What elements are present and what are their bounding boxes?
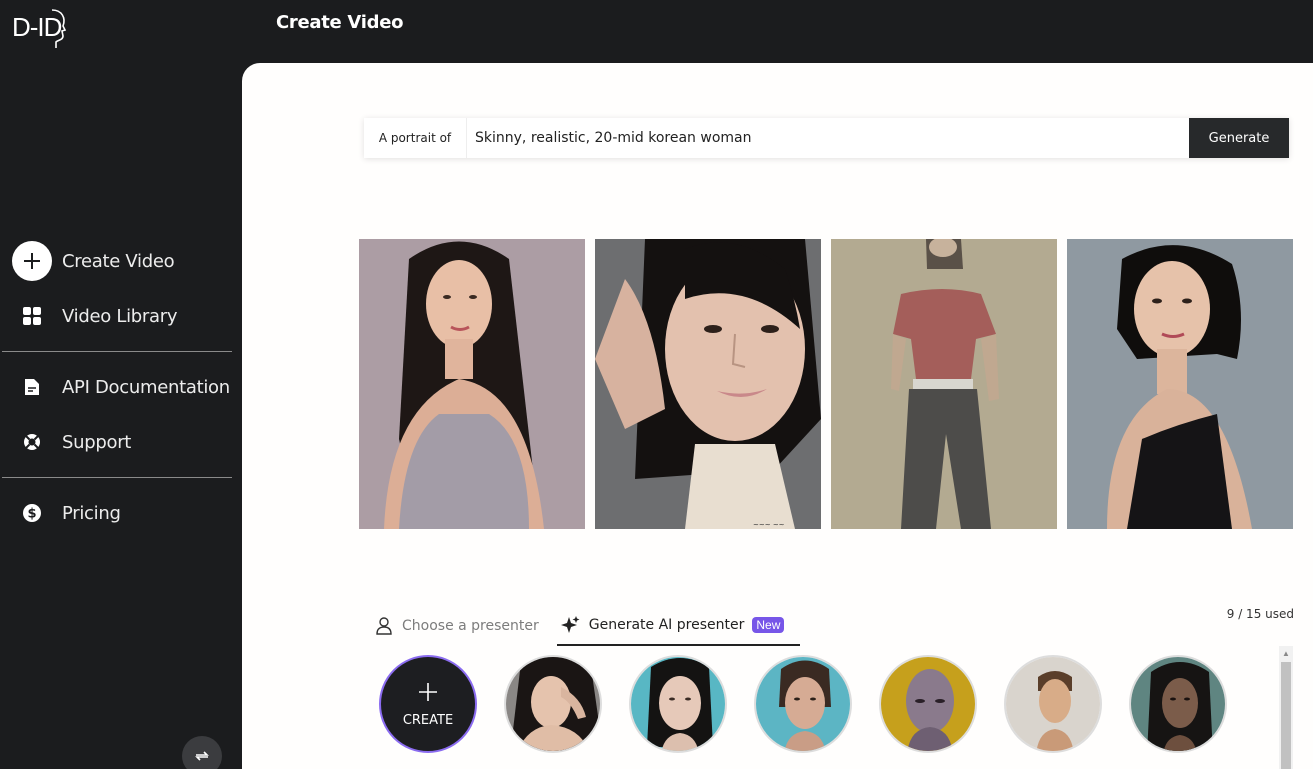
sidebar-item-label: Video Library (62, 305, 178, 327)
sidebar-item-label: Support (62, 431, 132, 453)
prompt-bar: A portrait of Generate (364, 118, 1289, 158)
collapse-sidebar-button[interactable] (182, 736, 222, 769)
lifebuoy-icon (12, 422, 52, 462)
create-presenter-button[interactable]: CREATE (379, 655, 477, 753)
presenter-list: CREATE (379, 655, 1227, 755)
scroll-up-icon[interactable]: ▲ (1279, 646, 1293, 660)
presenter-avatar[interactable] (754, 655, 852, 753)
page-title: Create Video (276, 12, 404, 33)
tab-generate-ai-presenter[interactable]: Generate AI presenter New (556, 606, 801, 646)
sidebar-divider (2, 477, 232, 478)
presenter-tabs: Choose a presenter Generate AI presenter… (374, 606, 801, 646)
tab-label: Generate AI presenter (588, 617, 745, 633)
main-panel: A portrait of Generate (242, 63, 1313, 769)
sidebar-item-label: Create Video (62, 250, 175, 272)
sidebar: D-ID Create Video Video Library API Docu… (0, 0, 242, 769)
sidebar-item-api-documentation[interactable]: API Documentation (12, 367, 230, 407)
generated-portrait[interactable] (1067, 239, 1293, 529)
swap-arrow-icon (195, 751, 209, 761)
presenter-scrollbar[interactable]: ▲ (1279, 646, 1293, 769)
prompt-input[interactable] (467, 118, 1189, 158)
sidebar-item-create-video[interactable]: Create Video (12, 241, 175, 281)
sidebar-divider (2, 351, 232, 352)
presenter-avatar[interactable] (1004, 655, 1102, 753)
dollar-icon: $ (12, 493, 52, 533)
generate-button[interactable]: Generate (1189, 118, 1289, 158)
tab-label: Choose a presenter (402, 618, 539, 634)
d-id-logo[interactable]: D-ID (12, 4, 68, 50)
prompt-prefix: A portrait of (364, 118, 467, 158)
sidebar-item-label: API Documentation (62, 376, 230, 398)
presenter-avatar[interactable] (1129, 655, 1227, 753)
create-label: CREATE (402, 712, 454, 728)
presenter-avatar[interactable] (504, 655, 602, 753)
sidebar-item-label: Pricing (62, 502, 121, 524)
generated-portrait[interactable] (359, 239, 585, 529)
person-icon (374, 616, 394, 636)
grid-icon (12, 296, 52, 336)
usage-counter: 9 / 15 used (1226, 607, 1294, 621)
svg-text:~~~ ~~: ~~~ ~~ (753, 521, 785, 529)
presenter-avatar[interactable] (879, 655, 977, 753)
plus-icon (12, 241, 52, 281)
generated-portrait[interactable]: ~~~ ~~ (595, 239, 821, 529)
sidebar-item-pricing[interactable]: $ Pricing (12, 493, 121, 533)
new-badge: New (752, 617, 785, 633)
generated-results: ~~~ ~~ (359, 239, 1294, 529)
document-icon (12, 367, 52, 407)
svg-text:$: $ (27, 507, 36, 522)
scrollbar-thumb[interactable] (1281, 662, 1291, 769)
sidebar-item-support[interactable]: Support (12, 422, 131, 462)
sparkle-icon (560, 615, 581, 635)
svg-text:D-ID: D-ID (12, 12, 62, 42)
sidebar-item-video-library[interactable]: Video Library (12, 296, 178, 336)
tab-choose-presenter[interactable]: Choose a presenter (374, 606, 557, 646)
plus-icon (417, 681, 439, 707)
generated-portrait[interactable] (831, 239, 1057, 529)
presenter-avatar[interactable] (629, 655, 727, 753)
